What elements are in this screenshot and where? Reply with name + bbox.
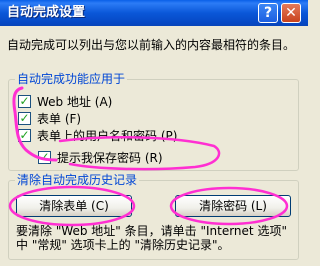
window-title: 自动完成设置 <box>7 5 86 20</box>
forms-checkbox[interactable]: ✓ <box>18 112 31 125</box>
help-button[interactable]: ? <box>258 3 278 23</box>
title-bar[interactable]: 自动完成设置 ? ✕ <box>0 0 308 26</box>
clear-forms-button[interactable]: 清除表单 (C) <box>16 195 132 217</box>
autocomplete-settings-dialog: 自动完成设置 ? ✕ 自动完成可以列出与您以前输入的内容最相符的条目。 自动完成… <box>0 0 308 266</box>
group-legend-usage: 自动完成功能应用于 <box>15 72 128 86</box>
note-line-2: 中 "常规" 选项卡上的 "清除历史记录"。 <box>16 238 230 252</box>
close-button[interactable]: ✕ <box>281 3 301 23</box>
clear-passwords-button[interactable]: 清除密码 (L) <box>175 195 291 217</box>
clear-history-note: 要清除 "Web 地址" 条目，请单击 "Internet 选项" 中 "常规"… <box>16 224 301 252</box>
usernames-passwords-label[interactable]: 表单上的用户名和密码 (P) <box>37 128 177 144</box>
prompt-save-password-label[interactable]: 提示我保存密码 (R) <box>57 150 163 166</box>
dialog-description: 自动完成可以列出与您以前输入的内容最相符的条目。 <box>7 38 296 52</box>
web-address-label[interactable]: Web 地址 (A) <box>37 94 112 110</box>
note-line-1: 要清除 "Web 地址" 条目，请单击 "Internet 选项" <box>16 224 287 238</box>
forms-label[interactable]: 表单 (F) <box>37 111 81 127</box>
web-address-checkbox[interactable]: ✓ <box>18 95 31 108</box>
group-legend-clear-history: 清除自动完成历史记录 <box>15 173 140 187</box>
usernames-passwords-checkbox[interactable]: ✓ <box>18 129 31 142</box>
prompt-save-password-checkbox[interactable]: ✓ <box>38 151 51 164</box>
